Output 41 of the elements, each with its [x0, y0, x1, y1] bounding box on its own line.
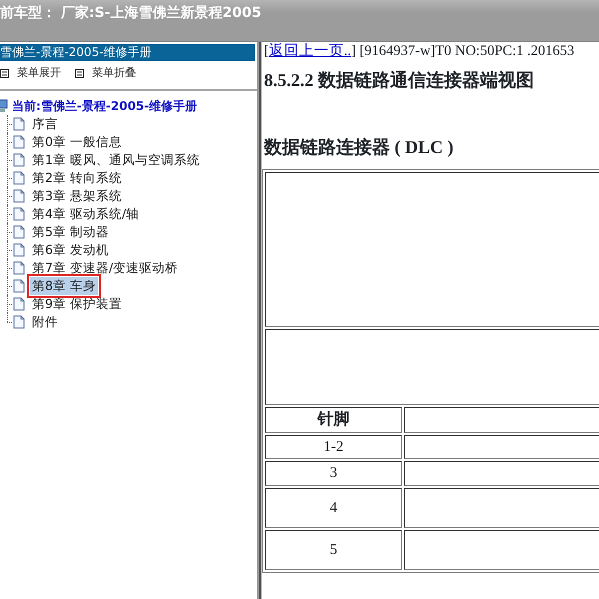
tree-item[interactable]: 第9章 保护装置 [30, 294, 124, 314]
page-icon [13, 117, 25, 131]
bracket-text: [ [264, 43, 269, 59]
tree-item[interactable]: 第0章 一般信息 [30, 132, 124, 152]
page-icon [13, 135, 25, 149]
panel-header: 雪佛兰-景程-2005-维修手册 [0, 44, 255, 61]
column-header: 针脚 [265, 406, 402, 433]
tree-item[interactable]: 第2章 转向系统 [30, 168, 124, 188]
menu-action[interactable]: 菜单展开 [17, 64, 61, 82]
tree-item[interactable]: 第4章 驱动系统/轴 [30, 204, 142, 224]
page-icon [13, 243, 25, 257]
pin-cell: 3 [265, 461, 402, 486]
page-icon [13, 261, 25, 275]
page-icon [13, 297, 25, 311]
page-icon [13, 189, 25, 203]
tree-item[interactable]: 第6章 发动机 [30, 240, 111, 260]
menu-action[interactable]: 菜单折叠 [92, 64, 136, 82]
tree-item[interactable]: 第7章 变速器/变速驱动桥 [30, 258, 180, 278]
subheading: 数据链路连接器 ( DLC ) [264, 136, 454, 159]
tree-item[interactable]: 第5章 制动器 [30, 222, 111, 242]
tree-item[interactable]: 第3章 悬架系统 [30, 186, 124, 206]
list-icon [75, 68, 84, 78]
list-icon [0, 68, 9, 78]
page-icon [13, 207, 25, 221]
document-info: ] [9164937-w]T0 NO:50PC:1 .201653 [351, 43, 574, 59]
tree-item[interactable]: 序言 [30, 114, 60, 134]
page-icon [13, 279, 25, 293]
pin-cell: 4 [265, 488, 402, 528]
pin-cell: 1-2 [265, 434, 402, 460]
page-icon [13, 315, 25, 329]
pin-cell: 5 [265, 530, 402, 570]
tree-root[interactable]: 当前:雪佛兰-景程-2005-维修手册 [12, 97, 198, 115]
page-icon [13, 171, 25, 185]
page-icon [13, 153, 25, 167]
back-link[interactable]: 返回上一页.. [268, 43, 352, 59]
tree-item[interactable]: 第1章 暖风、通风与空调系统 [30, 150, 202, 170]
tree-item[interactable]: 第8章 车身 [30, 276, 98, 296]
window-title: 前车型： 厂家:S-上海雪佛兰新景程2005 [0, 4, 262, 23]
section-heading: 8.5.2.2 数据链路通信连接器端视图 [264, 68, 535, 92]
page-icon [13, 225, 25, 239]
tree-item[interactable]: 附件 [30, 312, 60, 332]
